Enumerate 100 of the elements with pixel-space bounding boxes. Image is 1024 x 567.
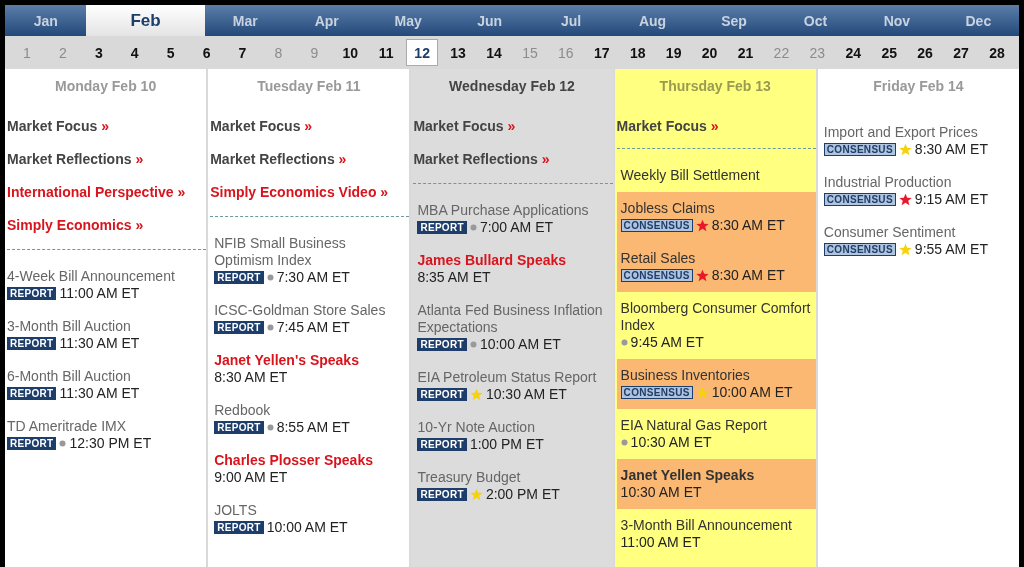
event-title[interactable]: NFIB Small Business Optimism Index [214,235,406,269]
day-button[interactable]: 10 [332,39,369,66]
day-button[interactable]: 11 [368,39,405,66]
day-button[interactable]: 4 [116,39,153,66]
report-tag[interactable]: REPORT [7,287,57,300]
event-time: 11:30 AM ET [59,335,140,352]
event-time: 11:00 AM ET [620,534,701,551]
day-button[interactable]: 7 [224,39,261,66]
consensus-tag[interactable]: CONSENSUS [823,143,896,156]
event-time: 7:45 AM ET [276,319,350,336]
month-tab[interactable]: Jun [448,5,531,36]
event-title[interactable]: MBA Purchase Applications [417,202,609,219]
commentary-link[interactable]: Simply Economics Video » [210,184,410,200]
month-tab[interactable]: Jul [530,5,612,36]
month-tab[interactable]: Mar [204,5,286,36]
day-button[interactable]: 14 [476,39,512,66]
consensus-tag[interactable]: CONSENSUS [823,243,896,256]
report-tag[interactable]: REPORT [214,271,264,284]
event-time: 8:30 AM ET [711,267,785,284]
day-button[interactable]: 3 [80,39,117,66]
day-button[interactable]: 24 [835,39,872,66]
month-tab[interactable]: Nov [856,5,938,36]
month-tab[interactable]: Apr [286,5,368,36]
speaker-event-title[interactable]: Janet Yellen's Speaks [214,352,406,369]
day-button[interactable]: 13 [440,39,477,66]
event-title[interactable]: Retail Sales [620,250,812,267]
day-button[interactable]: 18 [619,39,656,66]
commentary-link[interactable]: Market Focus » [616,118,816,134]
event-title[interactable]: 4-Week Bill Announcement [7,268,203,285]
day-button[interactable]: 28 [978,39,1015,66]
day-button[interactable]: 12 [406,39,439,66]
speaker-event-title[interactable]: Janet Yellen Speaks [620,467,812,484]
report-tag[interactable]: REPORT [7,437,57,450]
event-time: 1:00 PM ET [469,436,544,453]
report-tag[interactable]: REPORT [214,421,264,434]
day-button[interactable]: 6 [188,39,225,66]
report-tag[interactable]: REPORT [417,488,467,501]
event-title[interactable]: Redbook [214,402,406,419]
report-tag[interactable]: REPORT [214,321,264,334]
event-title[interactable]: EIA Petroleum Status Report [417,369,609,386]
event-title[interactable]: TD Ameritrade IMX [7,418,203,435]
report-tag[interactable]: REPORT [7,337,57,350]
consensus-tag[interactable]: CONSENSUS [620,219,693,232]
event-title[interactable]: Atlanta Fed Business Inflation Expectations [417,302,609,336]
report-tag[interactable]: REPORT [214,521,264,534]
event-title[interactable]: ICSC-Goldman Store Sales [214,302,406,319]
day-button[interactable]: 17 [583,39,620,66]
event-title[interactable]: Treasury Budget [417,469,609,486]
event-title[interactable]: 6-Month Bill Auction [7,368,203,385]
event-title[interactable]: 3-Month Bill Auction [7,318,203,335]
day-button[interactable]: 21 [727,39,764,66]
speaker-event-title[interactable]: James Bullard Speaks [417,252,609,269]
month-tab[interactable]: May [367,5,449,36]
event-time: 2:00 PM ET [485,486,560,503]
event-title[interactable]: Bloomberg Consumer Comfort Index [620,300,812,334]
commentary-link[interactable]: Market Focus » [413,118,613,134]
commentary-link[interactable]: Market Focus » [210,118,410,134]
month-tab[interactable]: Jan [5,5,87,36]
day-button[interactable]: 5 [152,39,189,66]
report-tag[interactable]: REPORT [417,438,467,451]
month-tab[interactable]: Dec [937,5,1019,36]
commentary-link[interactable]: Market Reflections » [413,151,613,167]
day-button[interactable]: 26 [907,39,944,66]
month-tab[interactable]: Oct [774,5,857,36]
report-tag[interactable]: REPORT [417,221,467,234]
commentary-link[interactable]: Simply Economics » [7,217,207,233]
report-tag[interactable]: REPORT [417,338,467,351]
month-tab[interactable]: Sep [693,5,775,36]
day-button[interactable]: 25 [871,39,908,66]
event-title[interactable]: 3-Month Bill Announcement [620,517,812,534]
day-button[interactable]: 27 [943,39,979,66]
event-title[interactable]: Business Inventories [620,367,812,384]
event-time: 11:30 AM ET [59,385,140,402]
event-time: 8:30 AM ET [711,217,785,234]
day-button[interactable]: 19 [655,39,692,66]
event-time: 11:00 AM ET [59,285,140,302]
month-tab[interactable]: Feb [86,5,205,36]
consensus-tag[interactable]: CONSENSUS [620,386,693,399]
event-time: 8:55 AM ET [276,419,350,436]
consensus-tag[interactable]: CONSENSUS [823,193,896,206]
event-title[interactable]: Jobless Claims [620,200,812,217]
commentary-link[interactable]: International Perspective » [7,184,207,200]
event-title[interactable]: Consumer Sentiment [823,224,1015,241]
report-tag[interactable]: REPORT [417,388,467,401]
day-button[interactable]: 20 [691,39,728,66]
event-title[interactable]: 10-Yr Note Auction [417,419,609,436]
report-tag[interactable]: REPORT [7,387,57,400]
event-title[interactable]: Import and Export Prices [823,124,1015,141]
event-time: 9:55 AM ET [914,241,988,258]
commentary-link[interactable]: Market Reflections » [7,151,207,167]
event-title[interactable]: EIA Natural Gas Report [620,417,812,434]
commentary-link[interactable]: Market Reflections » [210,151,410,167]
event-title[interactable]: Industrial Production [823,174,1015,191]
event-title[interactable]: JOLTS [214,502,406,519]
event-title[interactable]: Weekly Bill Settlement [620,167,812,184]
commentary-link[interactable]: Market Focus » [7,118,207,134]
month-tab[interactable]: Aug [611,5,694,36]
speaker-event-title[interactable]: Charles Plosser Speaks [214,452,406,469]
consensus-tag[interactable]: CONSENSUS [620,269,693,282]
event-time: 8:30 AM ET [914,141,988,158]
